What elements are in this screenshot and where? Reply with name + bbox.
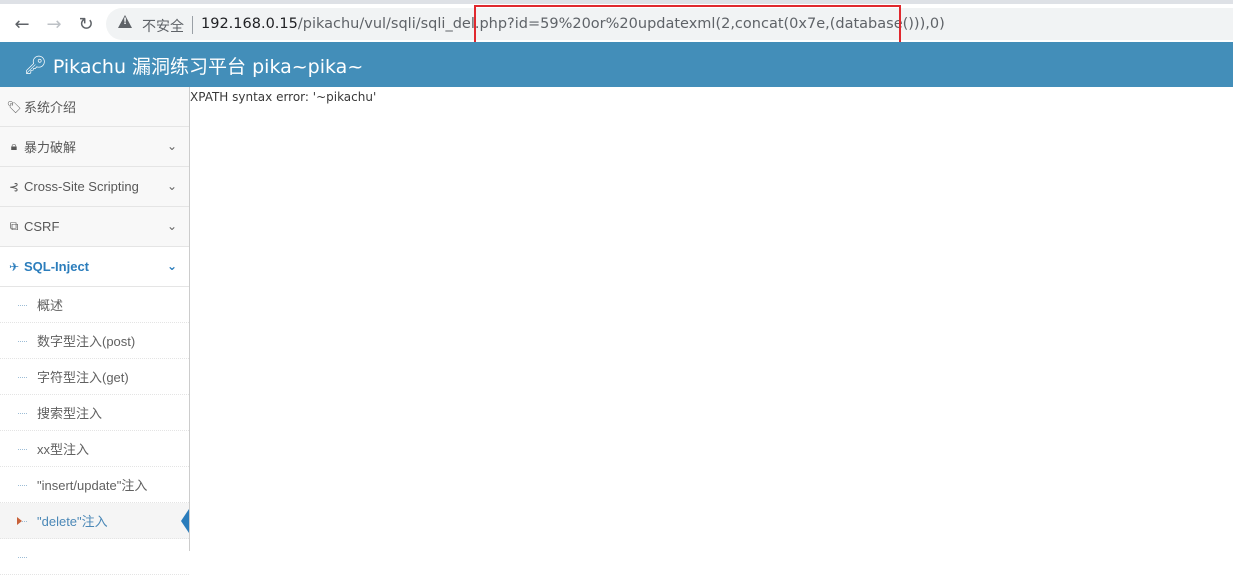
sidebar-item-label: Cross-Site Scripting	[24, 179, 139, 194]
reload-button[interactable]: ↻	[74, 12, 98, 36]
key-icon: 🔑︎	[24, 55, 47, 76]
sidebar-item-bruteforce[interactable]: 🔒︎ 暴力破解 ⌄	[0, 127, 189, 167]
submenu-item-search[interactable]: 搜索型注入	[0, 395, 189, 431]
sidebar-item-label: SQL-Inject	[24, 259, 90, 274]
sidebar-item-label: CSRF	[24, 219, 60, 234]
sidebar-item-label: 暴力破解	[24, 140, 77, 155]
chevron-down-icon: ⌄	[166, 219, 177, 233]
xpath-error-message: XPATH syntax error: '~pikachu'	[190, 90, 377, 104]
submenu-item-numeric-post[interactable]: 数字型注入(post)	[0, 323, 189, 359]
xss-icon: ⊰	[8, 179, 20, 194]
lock-icon: 🔒︎	[10, 139, 18, 153]
submenu-item-next[interactable]	[0, 539, 189, 575]
sidebar-item-intro[interactable]: 🏷︎ 系统介绍	[0, 87, 189, 127]
url-path: /pikachu/vul/sqli/sqli_del.php?id=59%20o…	[297, 16, 945, 32]
warning-icon[interactable]	[118, 15, 132, 28]
sidebar-item-csrf[interactable]: ⧉ CSRF ⌄	[0, 207, 189, 247]
sidebar: 🏷︎ 系统介绍 🔒︎ 暴力破解 ⌄ ⊰ Cross-Site Scripting…	[0, 87, 190, 575]
url-text[interactable]: 192.168.0.15/pikachu/vul/sqli/sqli_del.p…	[201, 16, 945, 32]
page-header: 🔑︎ Pikachu 漏洞练习平台 pika~pika~	[0, 42, 1233, 87]
back-button[interactable]: ←	[10, 12, 34, 36]
forward-button[interactable]: →	[42, 12, 66, 36]
submenu-item-label: "delete"注入	[37, 514, 108, 529]
sidebar-item-label: 系统介绍	[24, 100, 77, 115]
arrow-left-icon: ←	[14, 13, 30, 35]
external-link-icon: ⧉	[9, 219, 19, 233]
caret-right-icon	[17, 517, 22, 525]
submenu-item-xx[interactable]: xx型注入	[0, 431, 189, 467]
sidebar-item-xss[interactable]: ⊰ Cross-Site Scripting ⌄	[0, 167, 189, 207]
url-host: 192.168.0.15	[201, 16, 298, 32]
sidebar-item-sqli[interactable]: ✈ SQL-Inject ⌄	[0, 247, 189, 287]
submenu-item-insert-update[interactable]: "insert/update"注入	[0, 467, 189, 503]
tags-icon: 🏷︎	[6, 99, 22, 114]
browser-toolbar: ← → ↻ 不安全 192.168.0.15/pikachu/vul/sqli/…	[0, 0, 1233, 42]
header-title[interactable]: 🔑︎ Pikachu 漏洞练习平台 pika~pika~	[24, 52, 363, 79]
url-divider	[192, 16, 193, 34]
submenu-item-label: 字符型注入(get)	[37, 370, 129, 385]
chevron-down-icon: ⌄	[166, 139, 177, 153]
reload-icon: ↻	[78, 13, 94, 35]
active-indicator-arrow	[181, 509, 189, 533]
security-label[interactable]: 不安全	[142, 16, 184, 36]
submenu-item-delete[interactable]: "delete"注入	[0, 503, 189, 539]
chevron-down-icon: ⌄	[166, 259, 177, 273]
submenu-item-overview[interactable]: 概述	[0, 287, 189, 323]
submenu-item-label: xx型注入	[37, 442, 90, 457]
address-bar[interactable]: 不安全 192.168.0.15/pikachu/vul/sqli/sqli_d…	[106, 8, 1233, 40]
submenu-item-label: "insert/update"注入	[37, 478, 148, 493]
plane-icon: ✈	[8, 259, 20, 274]
arrow-right-icon: →	[46, 13, 62, 35]
main-content: XPATH syntax error: '~pikachu'	[190, 87, 1233, 551]
submenu-item-label: 搜索型注入	[37, 406, 103, 421]
submenu-item-string-get[interactable]: 字符型注入(get)	[0, 359, 189, 395]
header-title-text: Pikachu 漏洞练习平台 pika~pika~	[52, 56, 364, 78]
submenu-item-label: 概述	[37, 298, 64, 313]
submenu-item-label: 数字型注入(post)	[37, 334, 136, 349]
chevron-down-icon: ⌄	[166, 179, 177, 193]
